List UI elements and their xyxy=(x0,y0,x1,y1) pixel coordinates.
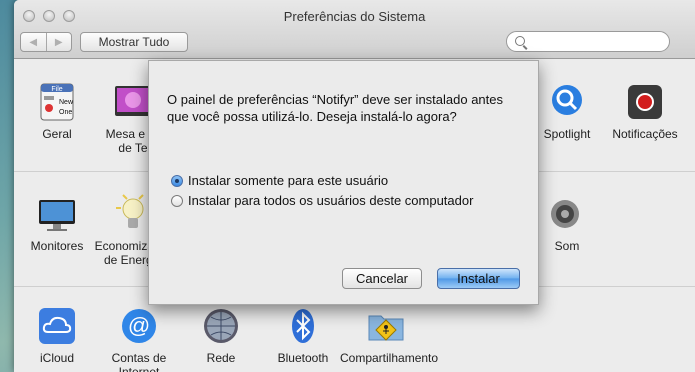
sharing-icon xyxy=(366,306,406,346)
forward-button[interactable]: ▶ xyxy=(47,33,72,51)
install-dialog: O painel de preferências “Notifyr” deve … xyxy=(148,60,539,305)
pref-notificacoes[interactable]: Notificações xyxy=(602,82,688,141)
spotlight-icon xyxy=(547,82,587,122)
energy-saver-icon xyxy=(113,194,153,234)
pref-rede[interactable]: Rede xyxy=(178,306,264,365)
back-forward-control: ◀ ▶ xyxy=(20,32,72,52)
internet-accounts-icon: @ xyxy=(119,306,159,346)
radio-install-this-user[interactable]: Instalar somente para este usuário xyxy=(171,173,388,188)
displays-icon xyxy=(37,194,77,234)
bluetooth-icon xyxy=(283,306,323,346)
radio-install-all-users[interactable]: Instalar para todos os usuários deste co… xyxy=(171,193,473,208)
pref-label: Rede xyxy=(206,351,236,365)
pref-icloud[interactable]: iCloud xyxy=(14,306,100,365)
install-button[interactable]: Instalar xyxy=(437,268,520,289)
dialog-message: O painel de preferências “Notifyr” deve … xyxy=(167,92,504,124)
search-field[interactable] xyxy=(506,31,670,52)
desktop-background xyxy=(0,0,14,372)
search-icon xyxy=(515,36,525,46)
radio-selected-icon[interactable] xyxy=(171,174,183,187)
sound-icon xyxy=(547,194,587,234)
radio-label: Instalar somente para este usuário xyxy=(188,173,389,188)
title-bar: Preferências do Sistema ◀ ▶ Mostrar Tudo xyxy=(14,0,695,59)
radio-label: Instalar para todos os usuários deste co… xyxy=(188,193,474,208)
svg-text:@: @ xyxy=(128,313,150,338)
general-icon-new: New xyxy=(59,99,74,106)
radio-unselected-icon[interactable] xyxy=(171,194,183,207)
window-title: Preferências do Sistema xyxy=(283,9,426,24)
back-button[interactable]: ◀ xyxy=(21,33,47,51)
general-icon-one: One xyxy=(59,109,72,116)
desktop-screensaver-icon xyxy=(113,82,153,122)
icloud-icon xyxy=(37,306,77,346)
general-icon: File New One xyxy=(37,82,77,122)
pref-label: Compartilhamento xyxy=(340,351,439,365)
pref-label: iCloud xyxy=(39,351,75,365)
pref-contas-internet[interactable]: @ Contas de Internet xyxy=(96,306,182,372)
system-preferences-window: Preferências do Sistema ◀ ▶ Mostrar Tudo… xyxy=(14,0,695,372)
pref-monitores[interactable]: Monitores xyxy=(14,194,100,253)
pref-compartilhamento[interactable]: Compartilhamento xyxy=(340,306,439,365)
pref-geral[interactable]: File New One Geral xyxy=(14,82,100,141)
pref-label: Geral xyxy=(42,127,72,141)
pref-label: Bluetooth xyxy=(277,351,329,365)
cancel-button[interactable]: Cancelar xyxy=(342,268,422,289)
pref-label: Notificações xyxy=(612,127,678,141)
network-icon xyxy=(201,306,241,346)
general-icon-file: File xyxy=(51,86,62,93)
pref-label: Monitores xyxy=(30,239,84,253)
pref-label: Contas de Internet xyxy=(111,351,167,372)
pref-bluetooth[interactable]: Bluetooth xyxy=(260,306,346,365)
show-all-button[interactable]: Mostrar Tudo xyxy=(80,32,188,52)
notifications-icon xyxy=(625,82,665,122)
